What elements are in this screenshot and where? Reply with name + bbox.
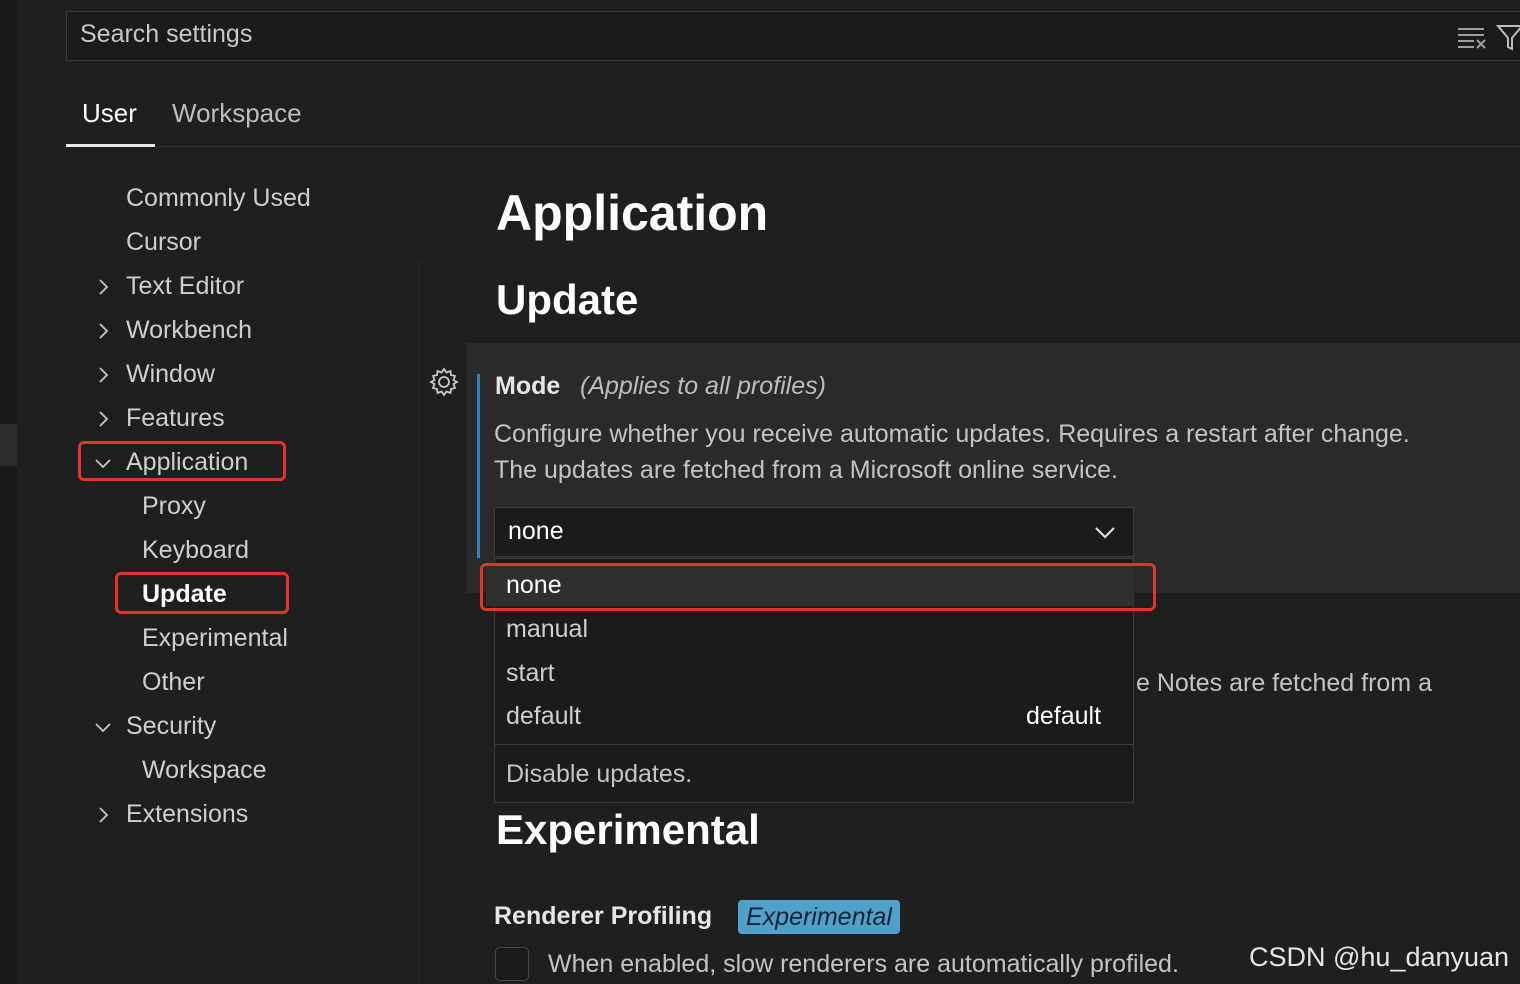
search-settings-box[interactable] bbox=[66, 11, 1520, 61]
toc-item-proxy[interactable]: Proxy bbox=[142, 492, 206, 521]
chevron-down-icon[interactable] bbox=[94, 718, 112, 736]
activity-bar-marker bbox=[0, 424, 17, 466]
toc-item-security-workspace[interactable]: Workspace bbox=[142, 756, 267, 785]
chevron-down-icon[interactable] bbox=[1093, 521, 1117, 543]
search-input[interactable]: Search settings bbox=[80, 20, 252, 49]
toc-item-cursor[interactable]: Cursor bbox=[126, 228, 201, 257]
experimental-badge: Experimental bbox=[738, 900, 900, 934]
section-title: Application bbox=[496, 185, 769, 241]
chevron-right-icon[interactable] bbox=[94, 366, 112, 384]
highlight-box-application bbox=[78, 441, 286, 481]
option-description: Disable updates. bbox=[506, 760, 693, 788]
toc-item-extensions[interactable]: Extensions bbox=[126, 800, 248, 829]
clear-filter-icon[interactable] bbox=[1456, 24, 1488, 50]
toc-item-window[interactable]: Window bbox=[126, 360, 215, 389]
option-manual[interactable]: manual bbox=[506, 615, 588, 644]
setting-description-line2: The updates are fetched from a Microsoft… bbox=[494, 456, 1118, 484]
filter-icon[interactable] bbox=[1496, 22, 1520, 52]
toc-item-features[interactable]: Features bbox=[126, 404, 225, 433]
toc-divider bbox=[418, 262, 419, 984]
chevron-right-icon[interactable] bbox=[94, 410, 112, 428]
toc-item-other[interactable]: Other bbox=[142, 668, 205, 697]
renderer-profiling-checkbox[interactable] bbox=[495, 947, 529, 981]
tab-workspace[interactable]: Workspace bbox=[172, 98, 302, 129]
activity-bar-edge bbox=[0, 0, 17, 984]
toc-item-workbench[interactable]: Workbench bbox=[126, 316, 252, 345]
renderer-profiling-description: When enabled, slow renderers are automat… bbox=[548, 950, 1179, 978]
active-tab-indicator bbox=[66, 144, 155, 147]
highlight-box-update bbox=[115, 572, 289, 614]
tab-user[interactable]: User bbox=[82, 98, 137, 129]
dropdown-separator bbox=[495, 744, 1133, 745]
setting-scope-note: (Applies to all profiles) bbox=[580, 372, 826, 400]
subsection-title-update: Update bbox=[496, 276, 639, 323]
setting-description-line1: Configure whether you receive automatic … bbox=[494, 420, 1410, 448]
highlight-box-option-none bbox=[480, 563, 1156, 611]
toc-item-text-editor[interactable]: Text Editor bbox=[126, 272, 244, 301]
option-default[interactable]: default bbox=[506, 702, 581, 731]
focused-setting-indicator bbox=[477, 374, 480, 558]
release-notes-description-fragment: e Notes are fetched from a bbox=[1136, 669, 1432, 697]
option-start[interactable]: start bbox=[506, 659, 555, 688]
default-option-tag: default bbox=[1026, 702, 1102, 730]
chevron-right-icon[interactable] bbox=[94, 806, 112, 824]
update-mode-select[interactable] bbox=[494, 507, 1134, 557]
watermark: CSDN @hu_danyuan bbox=[1249, 942, 1510, 972]
toc-item-keyboard[interactable]: Keyboard bbox=[142, 536, 249, 565]
tabs-divider bbox=[66, 146, 1520, 147]
toc-item-security[interactable]: Security bbox=[126, 712, 216, 741]
setting-title: Mode bbox=[495, 372, 561, 400]
toc-item-experimental[interactable]: Experimental bbox=[142, 624, 288, 653]
select-value[interactable]: none bbox=[508, 517, 564, 546]
subsection-title-experimental: Experimental bbox=[496, 806, 760, 853]
gear-icon[interactable] bbox=[428, 366, 460, 398]
chevron-right-icon[interactable] bbox=[94, 322, 112, 340]
toc-item-commonly-used[interactable]: Commonly Used bbox=[126, 184, 311, 213]
setting-title-renderer-profiling: Renderer Profiling bbox=[494, 902, 713, 930]
chevron-right-icon[interactable] bbox=[94, 278, 112, 296]
